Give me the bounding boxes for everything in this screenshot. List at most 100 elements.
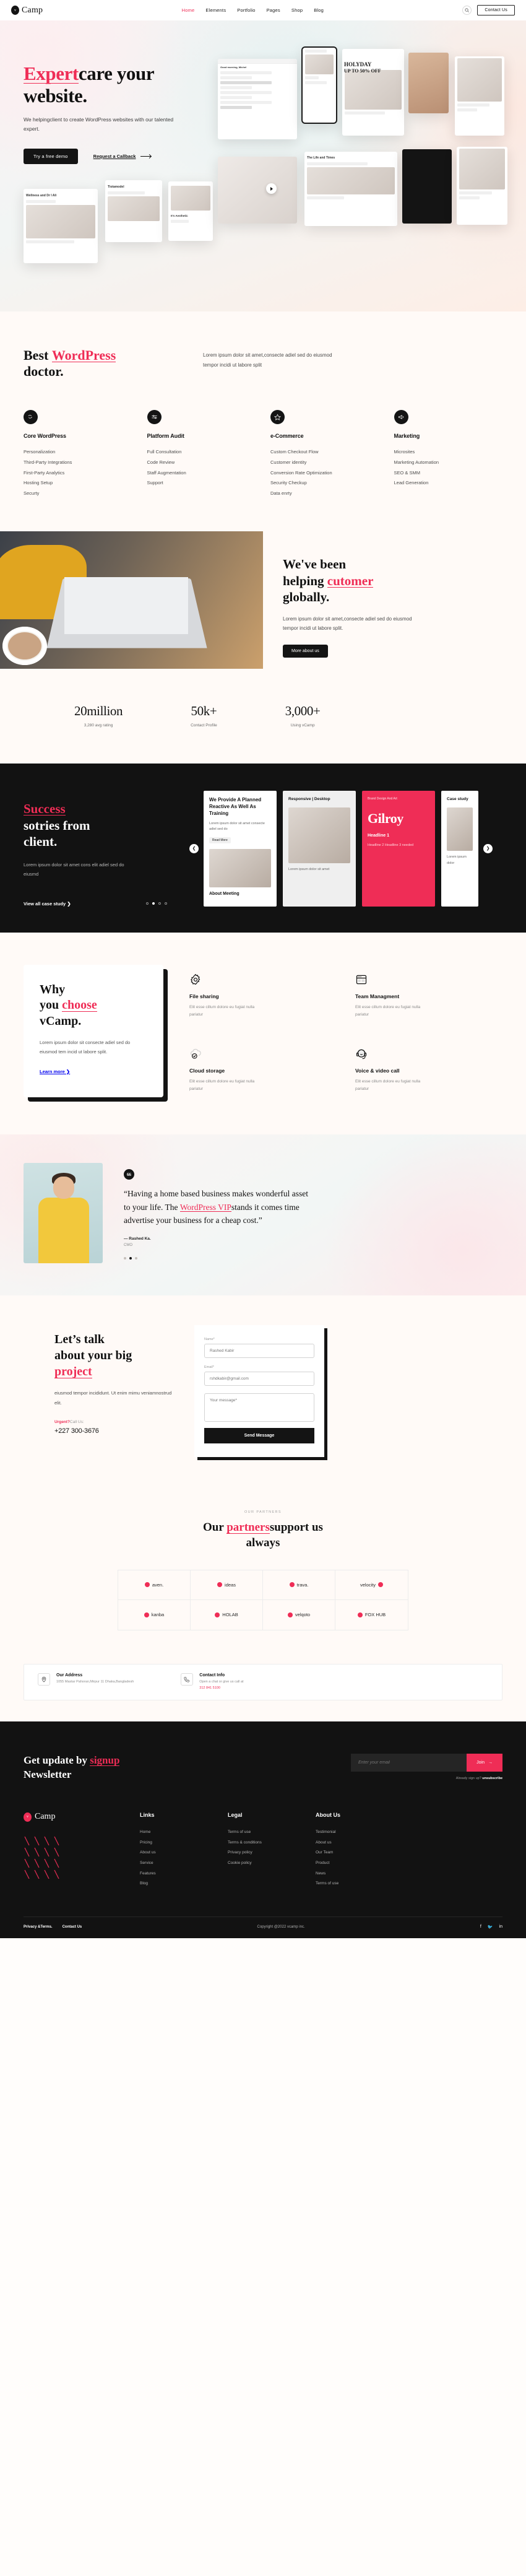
carousel-dot[interactable] bbox=[146, 902, 149, 905]
service-item[interactable]: Conversion Rate Optimization bbox=[270, 468, 379, 479]
feature-text: Elit esse cillum dolore eu fugiat nulla … bbox=[189, 1004, 255, 1017]
footer-link[interactable]: Pricing bbox=[140, 1838, 228, 1848]
partner-logo[interactable]: velocity bbox=[335, 1570, 408, 1600]
partner-logo[interactable]: FOX HUB bbox=[335, 1600, 408, 1630]
nav-item-portfolio[interactable]: Portfolio bbox=[237, 7, 255, 13]
contact-copy: Let’s talk about your big project eiusmo… bbox=[24, 1325, 172, 1457]
footer-link[interactable]: Cookie policy bbox=[228, 1858, 316, 1869]
nav-item-home[interactable]: Home bbox=[182, 7, 195, 13]
case-card[interactable]: Brand Design And Art Gilroy Headline 1 H… bbox=[362, 791, 435, 907]
carousel-next[interactable]: ❯ bbox=[483, 791, 493, 906]
footer-link[interactable]: Home bbox=[140, 1827, 228, 1838]
carousel-dot[interactable] bbox=[165, 902, 167, 905]
footer-contact-us-link[interactable]: Contact Us bbox=[63, 1925, 82, 1929]
nav-item-blog[interactable]: Blog bbox=[314, 7, 324, 13]
feature-text: Elit esse cillum dolore eu fugiat nulla … bbox=[355, 1004, 421, 1017]
service-item[interactable]: Personalization bbox=[24, 447, 132, 458]
search-icon[interactable] bbox=[462, 6, 472, 15]
carousel-dot[interactable] bbox=[158, 902, 161, 905]
contact-phone[interactable]: +227 300-3676 bbox=[54, 1427, 172, 1435]
hero-mock-card-wellness: Wellness and Dr I Ali bbox=[24, 189, 98, 263]
try-free-demo-button[interactable]: Try a free demo bbox=[24, 148, 78, 164]
chevron-right-icon[interactable]: ❯ bbox=[483, 843, 493, 853]
send-message-button[interactable]: Send Message bbox=[204, 1428, 314, 1444]
partner-logo[interactable]: ideas bbox=[191, 1570, 263, 1600]
nav-item-elements[interactable]: Elements bbox=[205, 7, 226, 13]
footer-link[interactable]: Terms & conditions bbox=[228, 1838, 316, 1848]
feature-title: Cloud storage bbox=[189, 1067, 225, 1074]
partner-logo[interactable]: kanba bbox=[118, 1599, 191, 1630]
unsubscribe-link[interactable]: unsubscribe bbox=[482, 1777, 502, 1780]
play-icon[interactable] bbox=[266, 183, 277, 194]
carousel-prev[interactable]: ❮ bbox=[189, 791, 199, 906]
newsletter-join-button[interactable]: Join → bbox=[467, 1754, 502, 1772]
partner-logo[interactable]: trava. bbox=[263, 1570, 335, 1600]
newsletter-email-input[interactable] bbox=[351, 1754, 467, 1772]
testimonial-dots[interactable] bbox=[124, 1257, 502, 1260]
partner-logo[interactable]: aven. bbox=[118, 1570, 191, 1600]
service-item[interactable]: Staff Augmentation bbox=[147, 468, 256, 479]
mock-bar bbox=[108, 191, 145, 194]
case-card[interactable]: We Provide A Planned Reactive As Well As… bbox=[204, 791, 277, 907]
footer-link[interactable]: About us bbox=[316, 1838, 403, 1848]
footer-brand-row[interactable]: v Camp bbox=[24, 1812, 140, 1822]
footer-link[interactable]: Terms of use bbox=[316, 1879, 403, 1889]
footer-link[interactable]: Product bbox=[316, 1858, 403, 1869]
service-item[interactable]: Securty bbox=[24, 489, 132, 499]
service-item[interactable]: Marketing Automation bbox=[394, 458, 503, 468]
footer-link[interactable]: Privacy policy bbox=[228, 1848, 316, 1858]
email-input[interactable] bbox=[204, 1372, 314, 1386]
why-learn-more-link[interactable]: Learn more ❯ bbox=[40, 1069, 70, 1074]
message-textarea[interactable] bbox=[204, 1393, 314, 1422]
partners-title-line2: always bbox=[246, 1536, 280, 1549]
chevron-left-icon[interactable]: ❮ bbox=[189, 843, 199, 853]
service-item[interactable]: Customer identity bbox=[270, 458, 379, 468]
footer-link[interactable]: About us bbox=[140, 1848, 228, 1858]
service-item[interactable]: Full Consultation bbox=[147, 447, 256, 458]
twitter-icon[interactable]: 🐦 bbox=[488, 1925, 493, 1930]
more-about-us-button[interactable]: More about us bbox=[283, 644, 328, 658]
footer-link[interactable]: Features bbox=[140, 1869, 228, 1879]
case-card[interactable]: Responsive | Desktop Lorem ipsum dolor s… bbox=[283, 791, 356, 907]
footer-link[interactable]: Service bbox=[140, 1858, 228, 1869]
footer-link[interactable]: Testimonial bbox=[316, 1827, 403, 1838]
contact-us-button[interactable]: Contact Us bbox=[477, 5, 515, 15]
carousel-dot[interactable] bbox=[124, 1257, 126, 1260]
service-item[interactable]: Support bbox=[147, 478, 256, 489]
footer-link[interactable]: Our Team bbox=[316, 1848, 403, 1858]
carousel-dot-active[interactable] bbox=[129, 1257, 132, 1260]
nav-item-pages[interactable]: Pages bbox=[267, 7, 280, 13]
carousel-dots[interactable] bbox=[146, 902, 167, 905]
service-item[interactable]: First-Party Analytics bbox=[24, 468, 132, 479]
footer-link[interactable]: News bbox=[316, 1869, 403, 1879]
service-item[interactable]: Custom Checkout Flow bbox=[270, 447, 379, 458]
partners-section: OUR PARTNERS Our partnerssupport us alwa… bbox=[0, 1486, 526, 1664]
carousel-dot[interactable] bbox=[135, 1257, 137, 1260]
service-item[interactable]: SEO & SMM bbox=[394, 468, 503, 479]
service-item[interactable]: Data enrty bbox=[270, 489, 379, 499]
contact-info-phone[interactable]: 312 841 5100 bbox=[199, 1686, 220, 1690]
footer-link[interactable]: Terms of use bbox=[228, 1827, 316, 1838]
service-item[interactable]: Third-Party Integrations bbox=[24, 458, 132, 468]
nav-item-shop[interactable]: Shop bbox=[291, 7, 303, 13]
decorative-slashes bbox=[24, 1836, 59, 1879]
linkedin-icon[interactable]: in bbox=[499, 1925, 502, 1930]
stat-label: Contact Profile bbox=[191, 723, 217, 728]
privacy-terms-link[interactable]: Privacy &Terms. bbox=[24, 1925, 53, 1929]
brand-logo[interactable]: v Camp bbox=[11, 6, 43, 15]
service-item[interactable]: Security Checkup bbox=[270, 478, 379, 489]
partner-logo[interactable]: velqoto bbox=[263, 1599, 335, 1630]
partner-logo[interactable]: HOLAB bbox=[191, 1599, 263, 1630]
carousel-dot-active[interactable] bbox=[152, 902, 155, 905]
case-card[interactable]: Case study Lorem ipsum dolor bbox=[441, 791, 478, 907]
view-all-case-study-link[interactable]: View all case study ❯ bbox=[24, 901, 71, 907]
service-item[interactable]: Code Review bbox=[147, 458, 256, 468]
request-callback-link[interactable]: Request a Callback bbox=[93, 154, 152, 159]
footer-link[interactable]: Blog bbox=[140, 1879, 228, 1889]
service-item[interactable]: Microsites bbox=[394, 447, 503, 458]
name-input[interactable] bbox=[204, 1344, 314, 1359]
facebook-icon[interactable]: f bbox=[480, 1925, 481, 1930]
service-item[interactable]: Lead Generation bbox=[394, 478, 503, 489]
service-item[interactable]: Hosting Setup bbox=[24, 478, 132, 489]
case-chip[interactable]: Read More bbox=[209, 837, 231, 843]
